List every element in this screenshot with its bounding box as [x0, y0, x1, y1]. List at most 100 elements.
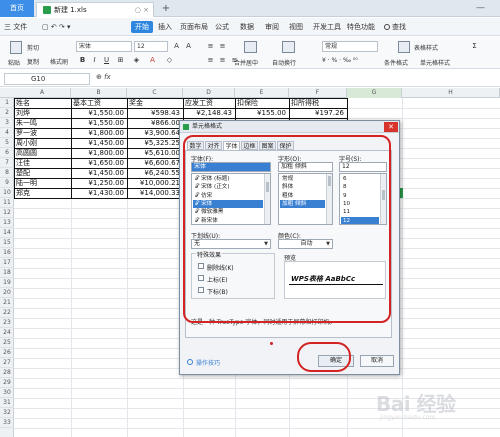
merge-icon[interactable] [244, 41, 257, 53]
clear-icon[interactable]: ◇ [165, 56, 174, 65]
row-header-1[interactable]: 1 [0, 98, 14, 108]
column-header-a[interactable]: A [14, 88, 71, 98]
column-header-bar: ABCDEFGH [0, 88, 500, 98]
format-painter-button[interactable]: 格式刷 [50, 57, 68, 66]
annotation-ok-button-outline [297, 342, 351, 372]
row-header-17[interactable]: 17 [0, 258, 14, 268]
row-header-23[interactable]: 23 [0, 318, 14, 328]
name-box[interactable]: G10 [4, 73, 90, 85]
table-style-icon[interactable] [398, 41, 410, 53]
font-name-select[interactable]: 宋体 [76, 41, 132, 52]
tips-link[interactable]: 操作技巧 [196, 358, 220, 367]
menu-page-layout[interactable]: 页面布局 [180, 21, 208, 33]
shrink-font-icon[interactable]: A [184, 42, 193, 51]
bold-icon[interactable]: B [78, 56, 87, 65]
row-header-22[interactable]: 22 [0, 308, 14, 318]
row-header-28[interactable]: 28 [0, 368, 14, 378]
dialog-close-button[interactable]: ✕ [384, 122, 398, 132]
italic-icon[interactable]: I [90, 56, 99, 65]
menu-file[interactable]: 三 文件 [4, 21, 27, 33]
menu-formulas[interactable]: 公式 [215, 21, 229, 33]
row-header-30[interactable]: 30 [0, 388, 14, 398]
column-header-f[interactable]: F [289, 88, 347, 98]
row-header-14[interactable]: 14 [0, 228, 14, 238]
search-button[interactable]: 查找 [384, 21, 406, 33]
tab-file[interactable]: 新建 1.xls ○ × [36, 2, 154, 17]
menu-developer[interactable]: 开发工具 [313, 21, 341, 33]
search-label: 查找 [392, 23, 406, 31]
menu-view[interactable]: 视图 [289, 21, 303, 33]
row-header-21[interactable]: 21 [0, 298, 14, 308]
merge-button[interactable]: 合并居中 [234, 58, 258, 67]
wrap-button[interactable]: 自动换行 [272, 58, 296, 67]
column-header-g[interactable]: G [347, 88, 402, 98]
row-header-26[interactable]: 26 [0, 348, 14, 358]
minimize-icon[interactable]: — [476, 3, 485, 13]
font-color-icon[interactable]: A [148, 56, 157, 65]
underline-icon[interactable]: U [102, 56, 111, 65]
row-header-18[interactable]: 18 [0, 268, 14, 278]
cell-style-button[interactable]: 单元格样式 [420, 58, 450, 67]
dialog-icon [183, 124, 189, 130]
menu-review[interactable]: 审阅 [265, 21, 279, 33]
row-header-24[interactable]: 24 [0, 328, 14, 338]
column-header-e[interactable]: E [235, 88, 289, 98]
sum-icon[interactable]: Σ [470, 42, 479, 51]
row-header-16[interactable]: 16 [0, 248, 14, 258]
wrap-icon[interactable] [282, 41, 295, 53]
close-tab-icon[interactable]: ○ × [135, 3, 149, 17]
row-header-2[interactable]: 2 [0, 108, 14, 118]
column-header-c[interactable]: C [127, 88, 183, 98]
cut-button[interactable]: 剪切 [27, 43, 39, 52]
align-middle-icon[interactable]: ≡ [218, 42, 227, 51]
row-header-15[interactable]: 15 [0, 238, 14, 248]
paste-icon[interactable] [10, 41, 22, 54]
toolbar-quick-icons[interactable]: ▢ ↶ ↷ ▾ [42, 21, 71, 33]
copy-button[interactable]: 复制 [27, 57, 39, 66]
row-header-29[interactable]: 29 [0, 378, 14, 388]
row-header-33[interactable]: 33 [0, 418, 14, 428]
menu-features[interactable]: 特色功能 [347, 21, 375, 33]
row-header-32[interactable]: 32 [0, 408, 14, 418]
row-header-9[interactable]: 9 [0, 178, 14, 188]
fx-icon[interactable]: ⊕ fx [96, 73, 111, 81]
row-header-27[interactable]: 27 [0, 358, 14, 368]
row-header-8[interactable]: 8 [0, 168, 14, 178]
align-top-icon[interactable]: ≡ [206, 42, 215, 51]
row-header-20[interactable]: 20 [0, 288, 14, 298]
cond-format-button[interactable]: 条件格式 [384, 58, 408, 67]
row-header-7[interactable]: 7 [0, 158, 14, 168]
row-header-5[interactable]: 5 [0, 138, 14, 148]
row-header-13[interactable]: 13 [0, 218, 14, 228]
align-left-icon[interactable]: ≡ [206, 56, 215, 65]
row-header-31[interactable]: 31 [0, 398, 14, 408]
number-format-select[interactable]: 常规 [322, 41, 378, 52]
fill-color-icon[interactable]: ◈ [132, 56, 141, 65]
number-format-icons[interactable]: ¥ · % · ‰ ⁰⁰ [322, 57, 358, 64]
row-header-19[interactable]: 19 [0, 278, 14, 288]
new-tab-button[interactable]: + [160, 2, 172, 16]
font-size-select[interactable]: 12 [134, 41, 168, 52]
grid-line [14, 378, 500, 379]
menu-data[interactable]: 数据 [240, 21, 254, 33]
tab-home[interactable]: 首页 [0, 0, 34, 17]
border-icon[interactable]: ⊞ [116, 56, 125, 65]
menu-start[interactable]: 开始 [131, 21, 153, 33]
row-header-25[interactable]: 25 [0, 338, 14, 348]
row-header-4[interactable]: 4 [0, 128, 14, 138]
column-header-h[interactable]: H [402, 88, 500, 98]
column-header-d[interactable]: D [183, 88, 235, 98]
row-header-10[interactable]: 10 [0, 188, 14, 198]
watermark-text: Bai 经验 [376, 392, 456, 416]
align-center-icon[interactable]: ≡ [218, 56, 227, 65]
cancel-button[interactable]: 取消 [360, 355, 394, 367]
column-header-b[interactable]: B [71, 88, 127, 98]
grow-font-icon[interactable]: A [172, 42, 181, 51]
row-header-11[interactable]: 11 [0, 198, 14, 208]
menu-insert[interactable]: 插入 [158, 21, 172, 33]
row-header-3[interactable]: 3 [0, 118, 14, 128]
table-style-button[interactable]: 表格样式 [414, 43, 438, 52]
row-header-12[interactable]: 12 [0, 208, 14, 218]
row-header-6[interactable]: 6 [0, 148, 14, 158]
watermark-subtext: jingyan.baidu.com [380, 414, 436, 421]
